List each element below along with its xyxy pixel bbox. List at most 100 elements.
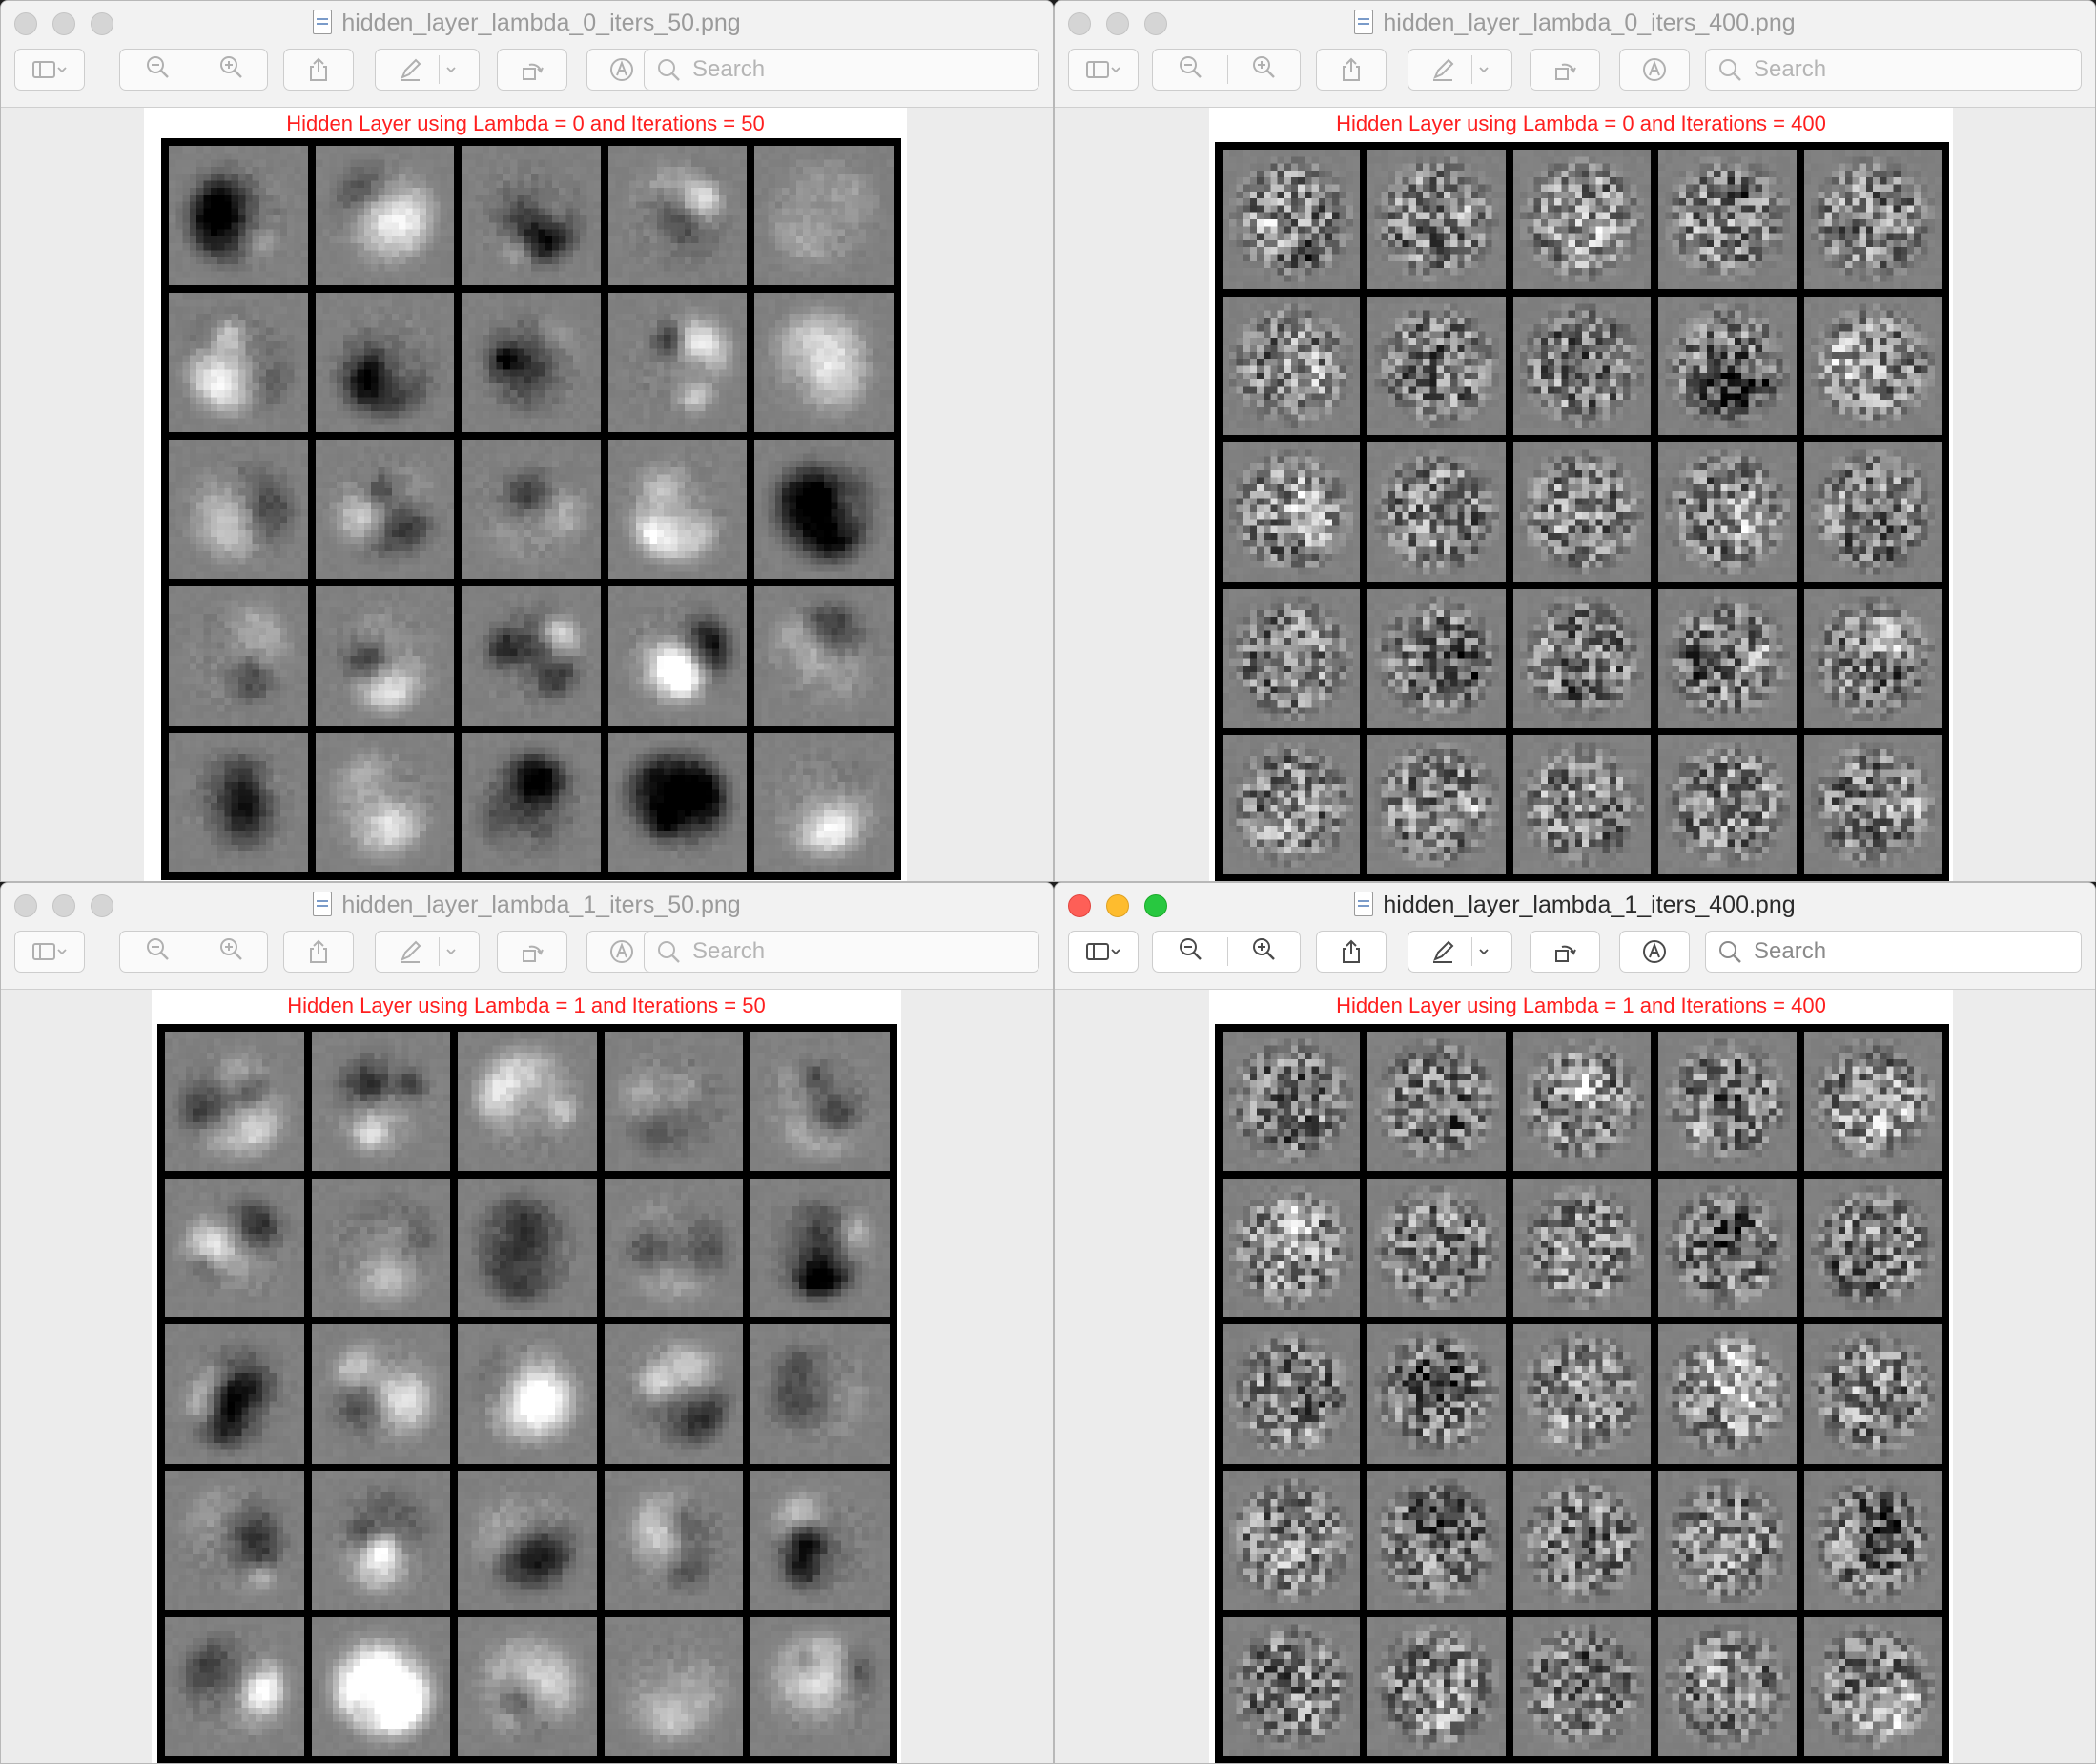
hidden-unit-image (1512, 1178, 1652, 1318)
hidden-unit-tile (1512, 296, 1652, 436)
hidden-unit-image (1803, 150, 1942, 289)
hidden-unit-tile (1223, 735, 1361, 874)
zoom-in-icon (1252, 55, 1275, 78)
zoom-in-button[interactable] (1226, 54, 1300, 86)
hidden-unit-image (458, 1617, 597, 1756)
search-icon (1719, 941, 1741, 963)
search-field[interactable]: Search (644, 49, 1039, 91)
hidden-unit-tile (607, 146, 748, 285)
hidden-unit-image (607, 733, 748, 872)
sidebar-toggle-button[interactable] (1068, 931, 1139, 973)
zoom-out-button[interactable] (1153, 936, 1226, 968)
share-button[interactable] (1316, 931, 1387, 973)
hidden-unit-image (311, 1617, 451, 1756)
hidden-unit-tile (1803, 1470, 1942, 1610)
hidden-unit-image (1223, 735, 1361, 874)
share-button[interactable] (1316, 49, 1387, 91)
annotate-button[interactable] (1619, 49, 1690, 91)
hidden-unit-image (1367, 1617, 1506, 1756)
zoom-in-button[interactable] (1226, 936, 1300, 968)
hidden-unit-image (1658, 1032, 1797, 1171)
hidden-unit-image (165, 1617, 304, 1756)
hidden-unit-image (311, 1032, 451, 1171)
hidden-unit-image (315, 440, 455, 579)
hidden-unit-image (1803, 1617, 1942, 1756)
search-field[interactable]: Search (1705, 931, 2082, 973)
rotate-button[interactable] (497, 49, 567, 91)
title-bar[interactable]: hidden_layer_lambda_0_iters_50.png Searc… (1, 1, 1053, 108)
share-button[interactable] (283, 931, 354, 973)
hidden-unit-tile (1223, 150, 1361, 289)
hidden-unit-tile (169, 146, 308, 285)
hidden-unit-tile (604, 1032, 744, 1171)
hidden-unit-image (169, 293, 308, 432)
zoom-out-button[interactable] (1153, 54, 1226, 86)
hidden-unit-grid (161, 138, 901, 880)
figure: Hidden Layer using Lambda = 1 and Iterat… (1209, 990, 1953, 1763)
markup-button[interactable] (375, 49, 480, 91)
hidden-unit-tile (1512, 735, 1652, 874)
title-bar[interactable]: hidden_layer_lambda_1_iters_50.png Searc… (1, 883, 1053, 990)
hidden-unit-tile (750, 1178, 890, 1318)
hidden-unit-tile (1512, 1032, 1652, 1171)
image-viewport[interactable]: Hidden Layer using Lambda = 1 and Iterat… (1, 990, 1053, 1763)
hidden-unit-tile (1658, 296, 1797, 436)
hidden-unit-image (1223, 442, 1361, 582)
zoom-in-button[interactable] (194, 54, 267, 86)
title-bar[interactable]: hidden_layer_lambda_0_iters_400.png Sear… (1055, 1, 2095, 108)
image-viewport[interactable]: Hidden Layer using Lambda = 0 and Iterat… (1055, 108, 2095, 881)
hidden-unit-tile (1803, 296, 1942, 436)
markup-button[interactable] (375, 931, 480, 973)
hidden-unit-image (165, 1324, 304, 1464)
markup-button[interactable] (1408, 931, 1512, 973)
hidden-unit-image (604, 1178, 744, 1318)
hidden-unit-tile (754, 440, 894, 579)
hidden-unit-tile (604, 1470, 744, 1610)
hidden-unit-image (754, 146, 894, 285)
preview-window-lambda-0-iters-50[interactable]: hidden_layer_lambda_0_iters_50.png Searc… (0, 0, 1054, 882)
rotate-button[interactable] (1530, 49, 1600, 91)
hidden-unit-tile (1367, 588, 1506, 728)
hidden-unit-grid (157, 1024, 897, 1763)
zoom-out-icon (1179, 937, 1202, 960)
preview-window-lambda-1-iters-50[interactable]: hidden_layer_lambda_1_iters_50.png Searc… (0, 882, 1054, 1764)
hidden-unit-tile (1658, 1032, 1797, 1171)
hidden-unit-image (1223, 1617, 1361, 1756)
hidden-unit-tile (315, 293, 455, 432)
sidebar-toggle-button[interactable] (1068, 49, 1139, 91)
rotate-button[interactable] (1530, 931, 1600, 973)
sidebar-toggle-button[interactable] (14, 931, 85, 973)
sidebar-toggle-button[interactable] (14, 49, 85, 91)
hidden-unit-tile (169, 293, 308, 432)
zoom-in-button[interactable] (194, 936, 267, 968)
image-viewport[interactable]: Hidden Layer using Lambda = 1 and Iterat… (1055, 990, 2095, 1763)
image-viewport[interactable]: Hidden Layer using Lambda = 0 and Iterat… (1, 108, 1053, 881)
zoom-out-button[interactable] (120, 54, 194, 86)
markup-button[interactable] (1408, 49, 1512, 91)
share-button[interactable] (283, 49, 354, 91)
hidden-unit-tile (165, 1617, 304, 1756)
title-bar[interactable]: hidden_layer_lambda_1_iters_400.png Sear… (1055, 883, 2095, 990)
zoom-out-button[interactable] (120, 936, 194, 968)
hidden-unit-tile (1803, 1617, 1942, 1756)
hidden-unit-image (1367, 442, 1506, 582)
annotate-icon (610, 58, 633, 81)
hidden-unit-tile (458, 1178, 597, 1318)
rotate-button[interactable] (497, 931, 567, 973)
annotate-button[interactable] (1619, 931, 1690, 973)
sidebar-icon (32, 943, 55, 960)
hidden-unit-image (1658, 588, 1797, 728)
hidden-unit-image (462, 146, 601, 285)
hidden-unit-tile (1367, 1178, 1506, 1318)
search-field[interactable]: Search (644, 931, 1039, 973)
hidden-unit-grid (1215, 142, 1949, 881)
preview-window-lambda-0-iters-400[interactable]: hidden_layer_lambda_0_iters_400.png Sear… (1054, 0, 2096, 882)
search-field[interactable]: Search (1705, 49, 2082, 91)
hidden-unit-image (462, 293, 601, 432)
chevron-down-icon (1479, 949, 1489, 955)
search-placeholder: Search (692, 56, 766, 82)
hidden-unit-tile (1803, 1324, 1942, 1464)
preview-window-lambda-1-iters-400[interactable]: hidden_layer_lambda_1_iters_400.png Sear… (1054, 882, 2096, 1764)
hidden-unit-tile (607, 733, 748, 872)
hidden-unit-tile (754, 586, 894, 726)
